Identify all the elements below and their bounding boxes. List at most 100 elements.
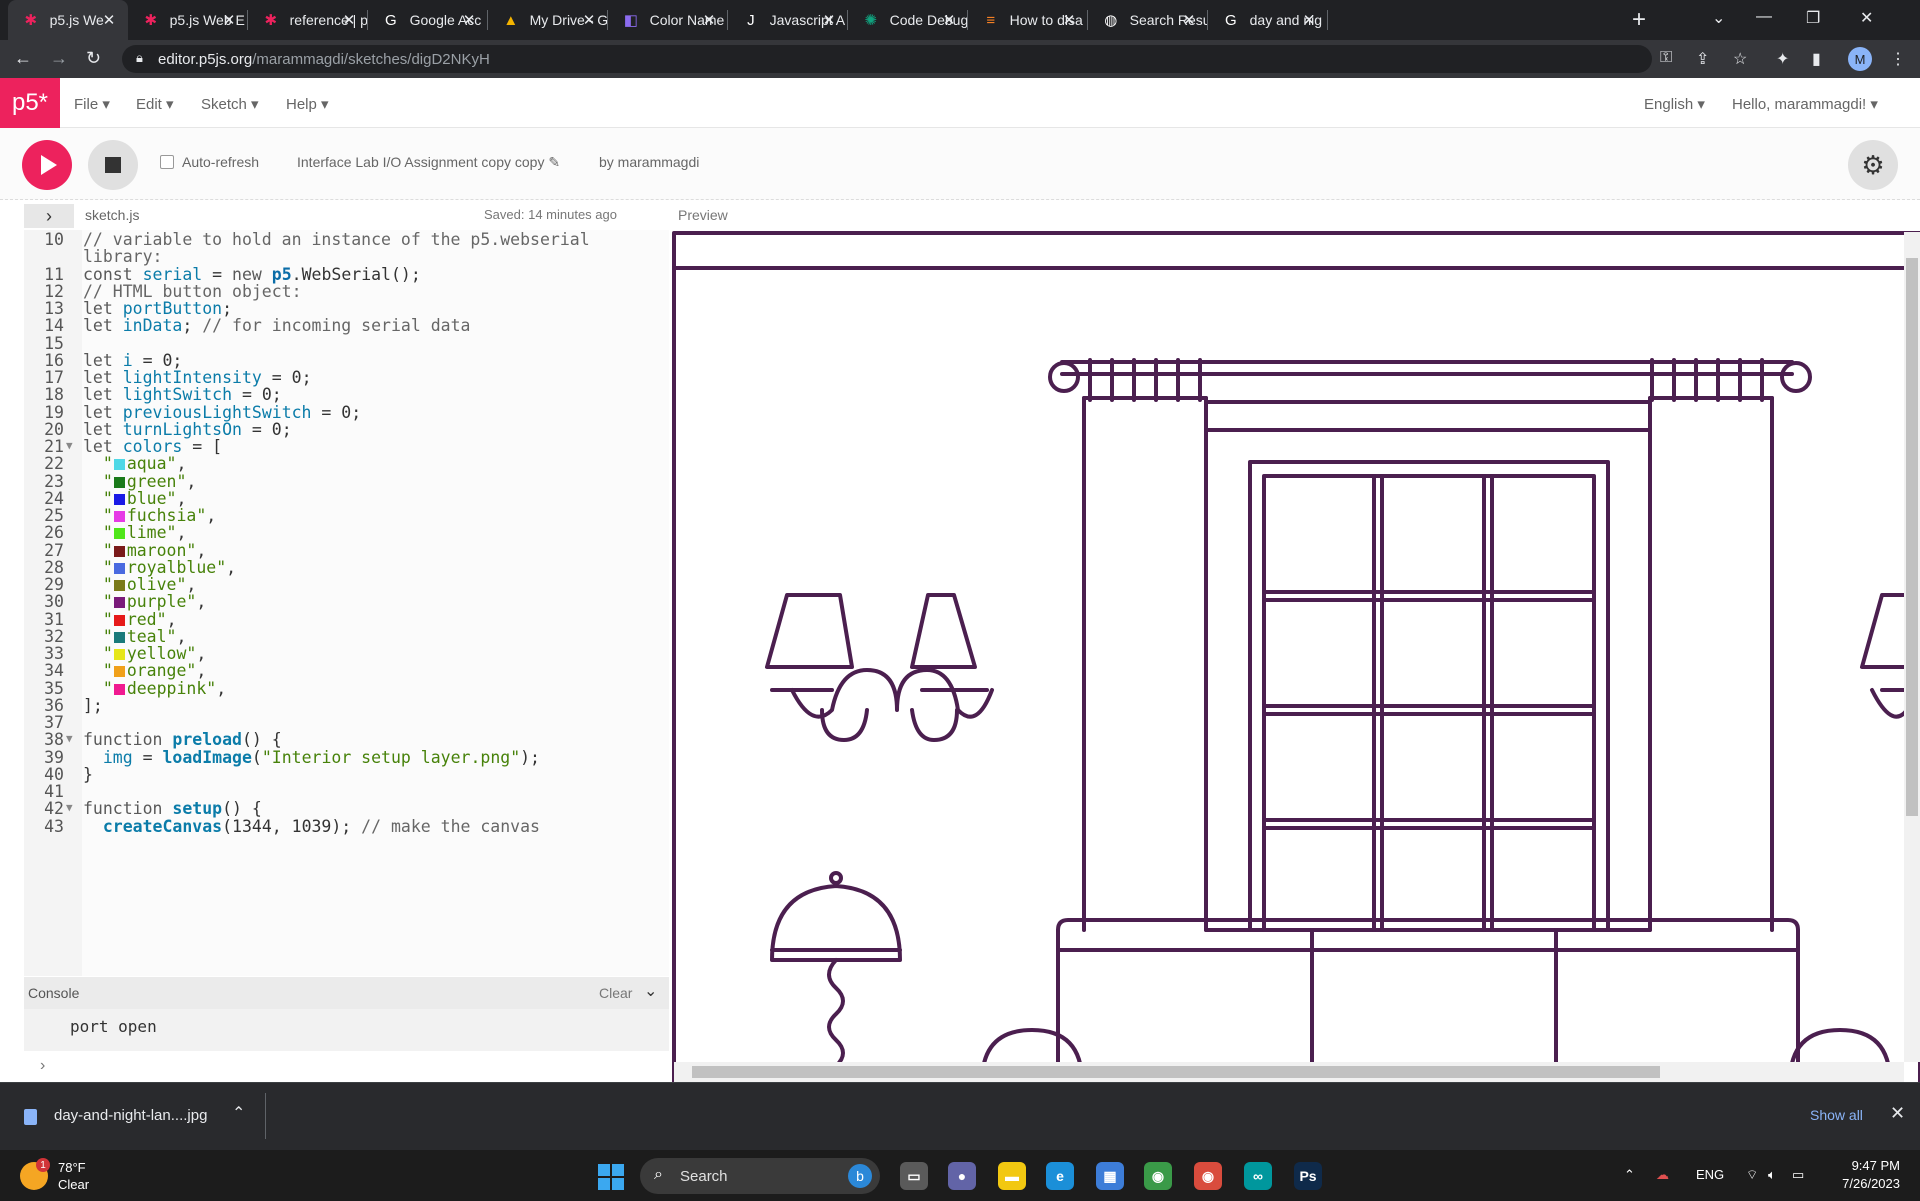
- address-bar[interactable]: 🔒︎ editor.p5js.org/marammagdi/sketches/d…: [122, 45, 1652, 73]
- share-icon[interactable]: ⇪: [1696, 49, 1709, 69]
- preview-vertical-thumb[interactable]: [1906, 258, 1918, 816]
- user-menu[interactable]: Hello, marammagdi! ▾: [1732, 95, 1878, 113]
- reload-icon[interactable]: ↻: [86, 48, 101, 69]
- new-tab-button[interactable]: +: [1632, 6, 1646, 34]
- close-window-button[interactable]: ✕: [1860, 8, 1873, 28]
- window-sash: [1262, 474, 1596, 932]
- windows-start-icon[interactable]: [598, 1164, 624, 1190]
- download-options-chevron-icon[interactable]: ⌃: [232, 1103, 245, 1123]
- console-header: Console Clear ⌄: [24, 977, 669, 1009]
- teams-icon[interactable]: ●: [948, 1162, 976, 1190]
- bookmark-star-icon[interactable]: ☆: [1733, 49, 1747, 69]
- close-download-bar-icon[interactable]: ✕: [1890, 1103, 1905, 1124]
- fold-toggle-icon[interactable]: ▼: [66, 801, 73, 814]
- close-tab-icon[interactable]: ✕: [1300, 11, 1318, 29]
- fold-toggle-icon[interactable]: ▼: [66, 732, 73, 745]
- profile-avatar[interactable]: M: [1848, 47, 1872, 71]
- chrome-profile-icon[interactable]: ◉: [1194, 1162, 1222, 1190]
- browser-tab[interactable]: ✱ p5.js We ✕: [8, 0, 128, 40]
- taskbar-search[interactable]: ⌕ Search b: [640, 1158, 880, 1194]
- line-number: 38: [44, 730, 64, 750]
- line-number: 11: [44, 264, 64, 284]
- back-icon[interactable]: ←: [14, 48, 32, 69]
- sketch-preview-canvas[interactable]: [672, 230, 1920, 1082]
- browser-tab[interactable]: ◍ Search Resu ✕: [1088, 0, 1208, 40]
- input-language[interactable]: ENG: [1696, 1167, 1724, 1182]
- url-path: /marammagdi/sketches/digD2NKyH: [252, 50, 490, 68]
- battery-icon[interactable]: ▭: [1792, 1167, 1804, 1183]
- sketch-name[interactable]: Interface Lab I/O Assignment copy copy ✎: [297, 154, 560, 171]
- weather-widget[interactable]: 1 78°F Clear: [20, 1158, 110, 1194]
- browser-tab[interactable]: ✱ reference | p5 ✕: [248, 0, 368, 40]
- store-icon[interactable]: ▦: [1096, 1162, 1124, 1190]
- code-text: " purple",: [102, 592, 207, 612]
- line-number: 30: [44, 592, 64, 612]
- browser-tab[interactable]: Gday and nig ✕: [1208, 0, 1328, 40]
- console-input[interactable]: ›: [24, 1051, 669, 1082]
- onedrive-icon[interactable]: ☁: [1656, 1167, 1669, 1183]
- play-button[interactable]: [22, 140, 72, 190]
- close-tab-icon[interactable]: ✕: [340, 11, 358, 29]
- line-number: 25: [44, 506, 64, 525]
- show-all-downloads-button[interactable]: Show all: [1810, 1107, 1863, 1123]
- close-tab-icon[interactable]: ✕: [460, 11, 478, 29]
- close-tab-icon[interactable]: ✕: [580, 11, 598, 29]
- browser-tab[interactable]: J Javascript A ✕: [728, 0, 848, 40]
- menu-file[interactable]: File ▾: [74, 95, 110, 113]
- fold-toggle-icon[interactable]: ▼: [66, 439, 73, 452]
- photoshop-icon[interactable]: Ps: [1294, 1162, 1322, 1190]
- tab-search-icon[interactable]: ⌄: [1712, 8, 1725, 28]
- volume-icon[interactable]: 🔈︎: [1768, 1167, 1776, 1183]
- edge-icon[interactable]: e: [1046, 1162, 1074, 1190]
- browser-tab[interactable]: ▲ My Drive - G ✕: [488, 0, 608, 40]
- key-icon[interactable]: ⚿: [1660, 49, 1672, 67]
- forward-icon[interactable]: →: [50, 48, 68, 69]
- system-clock[interactable]: 9:47 PM 7/26/2023: [1830, 1157, 1900, 1193]
- arduino-icon[interactable]: ∞: [1244, 1162, 1272, 1190]
- menu-edit[interactable]: Edit ▾: [136, 95, 174, 113]
- browser-tab[interactable]: ≡ How to disa ✕: [968, 0, 1088, 40]
- browser-tab[interactable]: ✺ Code Debug ✕: [848, 0, 968, 40]
- extensions-icon[interactable]: ✦: [1776, 49, 1789, 69]
- menu-help[interactable]: Help ▾: [286, 95, 329, 113]
- browser-tab[interactable]: G Google Acc ✕: [368, 0, 488, 40]
- console-clear-button[interactable]: Clear: [599, 985, 632, 1001]
- show-hidden-icons-chevron-icon[interactable]: ⌃: [1624, 1167, 1635, 1183]
- settings-gear-icon[interactable]: ⚙: [1848, 140, 1898, 190]
- wifi-icon[interactable]: ⌔: [1746, 1167, 1758, 1183]
- language-menu[interactable]: English ▾: [1644, 95, 1705, 113]
- auto-refresh-checkbox[interactable]: [160, 155, 174, 169]
- browser-tab[interactable]: ✱ p5.js Web E ✕: [128, 0, 248, 40]
- task-view-icon[interactable]: ▭: [900, 1162, 928, 1190]
- restore-button[interactable]: ❐: [1806, 8, 1820, 28]
- close-tab-icon[interactable]: ✕: [820, 11, 838, 29]
- browser-menu-icon[interactable]: ⋮: [1890, 49, 1906, 69]
- close-tab-icon[interactable]: ✕: [1180, 11, 1198, 29]
- sidebar-toggle-chevron-icon[interactable]: ›: [24, 204, 74, 228]
- console-prompt-icon: ›: [40, 1057, 46, 1074]
- close-tab-icon[interactable]: ✕: [940, 11, 958, 29]
- browser-tab[interactable]: ◧ Color Name ✕: [608, 0, 728, 40]
- lock-icon[interactable]: 🔒︎: [136, 50, 143, 66]
- close-tab-icon[interactable]: ✕: [1060, 11, 1078, 29]
- console-collapse-chevron-icon[interactable]: ⌄: [644, 981, 657, 1001]
- minimize-button[interactable]: —: [1756, 8, 1772, 26]
- side-panel-icon[interactable]: ▮: [1812, 49, 1821, 69]
- download-item[interactable]: day-and-night-lan....jpg: [54, 1107, 207, 1124]
- preview-horizontal-thumb[interactable]: [692, 1066, 1660, 1078]
- p5-logo[interactable]: p5*: [0, 78, 60, 128]
- code-editor[interactable]: 10 // variable to hold an instance of the…: [24, 230, 669, 976]
- code-text: let previousLightSwitch = 0;: [83, 402, 362, 422]
- chrome-icon[interactable]: ◉: [1144, 1162, 1172, 1190]
- close-tab-icon[interactable]: ✕: [220, 11, 238, 29]
- bing-icon[interactable]: b: [848, 1164, 872, 1188]
- menu-sketch[interactable]: Sketch ▾: [201, 95, 259, 113]
- close-tab-icon[interactable]: ✕: [100, 11, 118, 29]
- file-explorer-icon[interactable]: ▬: [998, 1162, 1026, 1190]
- close-tab-icon[interactable]: ✕: [700, 11, 718, 29]
- auto-refresh-toggle[interactable]: Auto-refresh: [160, 154, 259, 170]
- stop-button[interactable]: [88, 140, 138, 190]
- taskbar-search-label: Search: [680, 1167, 728, 1185]
- pencil-icon[interactable]: ✎: [548, 154, 560, 170]
- code-line[interactable]: 43 createCanvas(1344, 1039); // make the…: [24, 817, 664, 838]
